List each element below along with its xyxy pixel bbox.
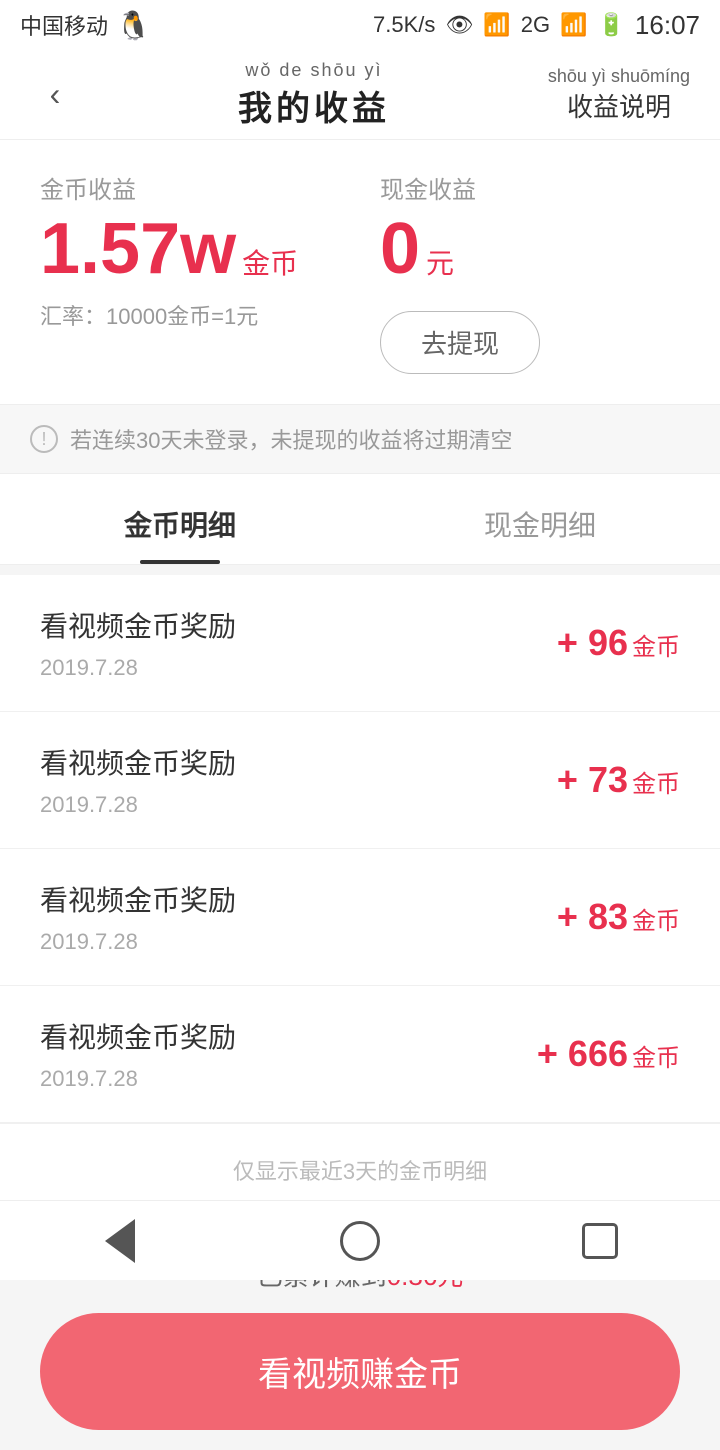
transaction-list: 看视频金币奖励 2019.7.28 + 96 金币 看视频金币奖励 2019.7… (0, 575, 720, 1216)
back-button[interactable]: ‹ (30, 70, 80, 120)
coin-amount-value: 1.57w (40, 213, 236, 285)
status-right: 7.5K/s 👁 📶 2G 📶 🔋 16:07 (373, 10, 700, 41)
tx-amount-2: + 83 金币 (557, 896, 680, 938)
signal-26: 2G (521, 12, 550, 38)
tx-title-2: 看视频金币奖励 (40, 879, 236, 919)
tab-coin-label: 金币明细 (124, 510, 236, 541)
tx-date-2: 2019.7.28 (40, 929, 236, 955)
tab-bar: 金币明细 现金明细 (0, 474, 720, 565)
battery-icon: 🔋 (598, 12, 625, 38)
status-bar: 中国移动 🐧 7.5K/s 👁 📶 2G 📶 🔋 16:07 (0, 0, 720, 50)
tx-amount-0: + 96 金币 (557, 622, 680, 664)
tx-date-1: 2019.7.28 (40, 792, 236, 818)
tx-left-1: 看视频金币奖励 2019.7.28 (40, 742, 236, 818)
exchange-rate: 汇率：10000金币=1元 (40, 299, 258, 331)
nav-recent-button[interactable] (570, 1211, 630, 1271)
qq-icon: 🐧 (116, 9, 151, 42)
coin-income-label: 金币收益 (40, 170, 136, 205)
tx-unit-0: 金币 (632, 627, 680, 662)
tx-date-0: 2019.7.28 (40, 655, 236, 681)
coin-income-col: 金币收益 1.57w 金币 汇率：10000金币=1元 (40, 170, 340, 331)
tx-title-1: 看视频金币奖励 (40, 742, 236, 782)
nav-right-pinyin: shōu yì shuōmíng (548, 66, 690, 87)
status-time: 16:07 (635, 10, 700, 41)
nav-home-button[interactable] (330, 1211, 390, 1271)
tx-value-1: + 73 (557, 759, 628, 801)
cash-unit: 元 (426, 242, 454, 282)
table-row: 看视频金币奖励 2019.7.28 + 83 金币 (0, 849, 720, 986)
tx-title-3: 看视频金币奖励 (40, 1016, 236, 1056)
tx-value-2: + 83 (557, 896, 628, 938)
cash-income-label: 现金收益 (380, 170, 476, 205)
tab-coin-detail[interactable]: 金币明细 (0, 474, 360, 564)
wifi-icon: 📶 (483, 12, 510, 38)
withdraw-button[interactable]: 去提现 (380, 311, 540, 374)
network-speed: 7.5K/s (373, 12, 435, 38)
tx-left-0: 看视频金币奖励 2019.7.28 (40, 605, 236, 681)
nav-recent-icon (582, 1223, 618, 1259)
tx-amount-3: + 666 金币 (537, 1033, 680, 1075)
cash-amount-value: 0 (380, 213, 420, 285)
table-row: 看视频金币奖励 2019.7.28 + 96 金币 (0, 575, 720, 712)
tx-unit-3: 金币 (632, 1038, 680, 1073)
tx-left-2: 看视频金币奖励 2019.7.28 (40, 879, 236, 955)
tx-left-3: 看视频金币奖励 2019.7.28 (40, 1016, 236, 1092)
nav-home-icon (340, 1221, 380, 1261)
back-icon: ‹ (50, 76, 61, 113)
tab-cash-label: 现金明细 (484, 510, 596, 541)
cash-income-col: 现金收益 0 元 去提现 (340, 170, 680, 374)
nav-title-chinese: 我的收益 (238, 81, 390, 130)
warning-icon: ! (30, 425, 58, 453)
carrier-text: 中国移动 (20, 9, 108, 41)
nav-title-pinyin: wǒ de shōu yì (245, 60, 382, 81)
status-carrier: 中国移动 🐧 (20, 9, 151, 42)
tab-cash-detail[interactable]: 现金明细 (360, 474, 720, 564)
nav-title: wǒ de shōu yì 我的收益 (238, 60, 390, 130)
summary-section: 金币收益 1.57w 金币 汇率：10000金币=1元 现金收益 0 元 去提现 (0, 140, 720, 404)
table-row: 看视频金币奖励 2019.7.28 + 73 金币 (0, 712, 720, 849)
nav-right-button[interactable]: shōu yì shuōmíng 收益说明 (548, 66, 690, 124)
table-row: 看视频金币奖励 2019.7.28 + 666 金币 (0, 986, 720, 1123)
footer-note-text: 仅显示最近3天的金币明细 (233, 1159, 487, 1184)
nav-right-chinese: 收益说明 (567, 87, 671, 124)
tx-value-0: + 96 (557, 622, 628, 664)
tx-amount-1: + 73 金币 (557, 759, 680, 801)
nav-back-icon (105, 1219, 135, 1263)
nav-back-button[interactable] (90, 1211, 150, 1271)
coin-amount-row: 1.57w 金币 (40, 213, 298, 285)
tx-date-3: 2019.7.28 (40, 1066, 236, 1092)
tx-unit-2: 金币 (632, 901, 680, 936)
cash-amount-row: 0 元 (380, 213, 454, 285)
watch-video-button[interactable]: 看视频赚金币 (40, 1313, 680, 1430)
summary-labels-row: 金币收益 1.57w 金币 汇率：10000金币=1元 现金收益 0 元 去提现 (40, 170, 680, 374)
tx-title-0: 看视频金币奖励 (40, 605, 236, 645)
top-nav: ‹ wǒ de shōu yì 我的收益 shōu yì shuōmíng 收益… (0, 50, 720, 140)
system-nav-bar (0, 1200, 720, 1280)
warning-bar: ! 若连续30天未登录，未提现的收益将过期清空 (0, 404, 720, 474)
warning-text: 若连续30天未登录，未提现的收益将过期清空 (70, 423, 512, 455)
eye-icon: 👁 (445, 12, 473, 38)
coin-unit: 金币 (242, 242, 298, 282)
tx-value-3: + 666 (537, 1033, 628, 1075)
tx-unit-1: 金币 (632, 764, 680, 799)
signal-bars: 📶 (560, 12, 587, 38)
